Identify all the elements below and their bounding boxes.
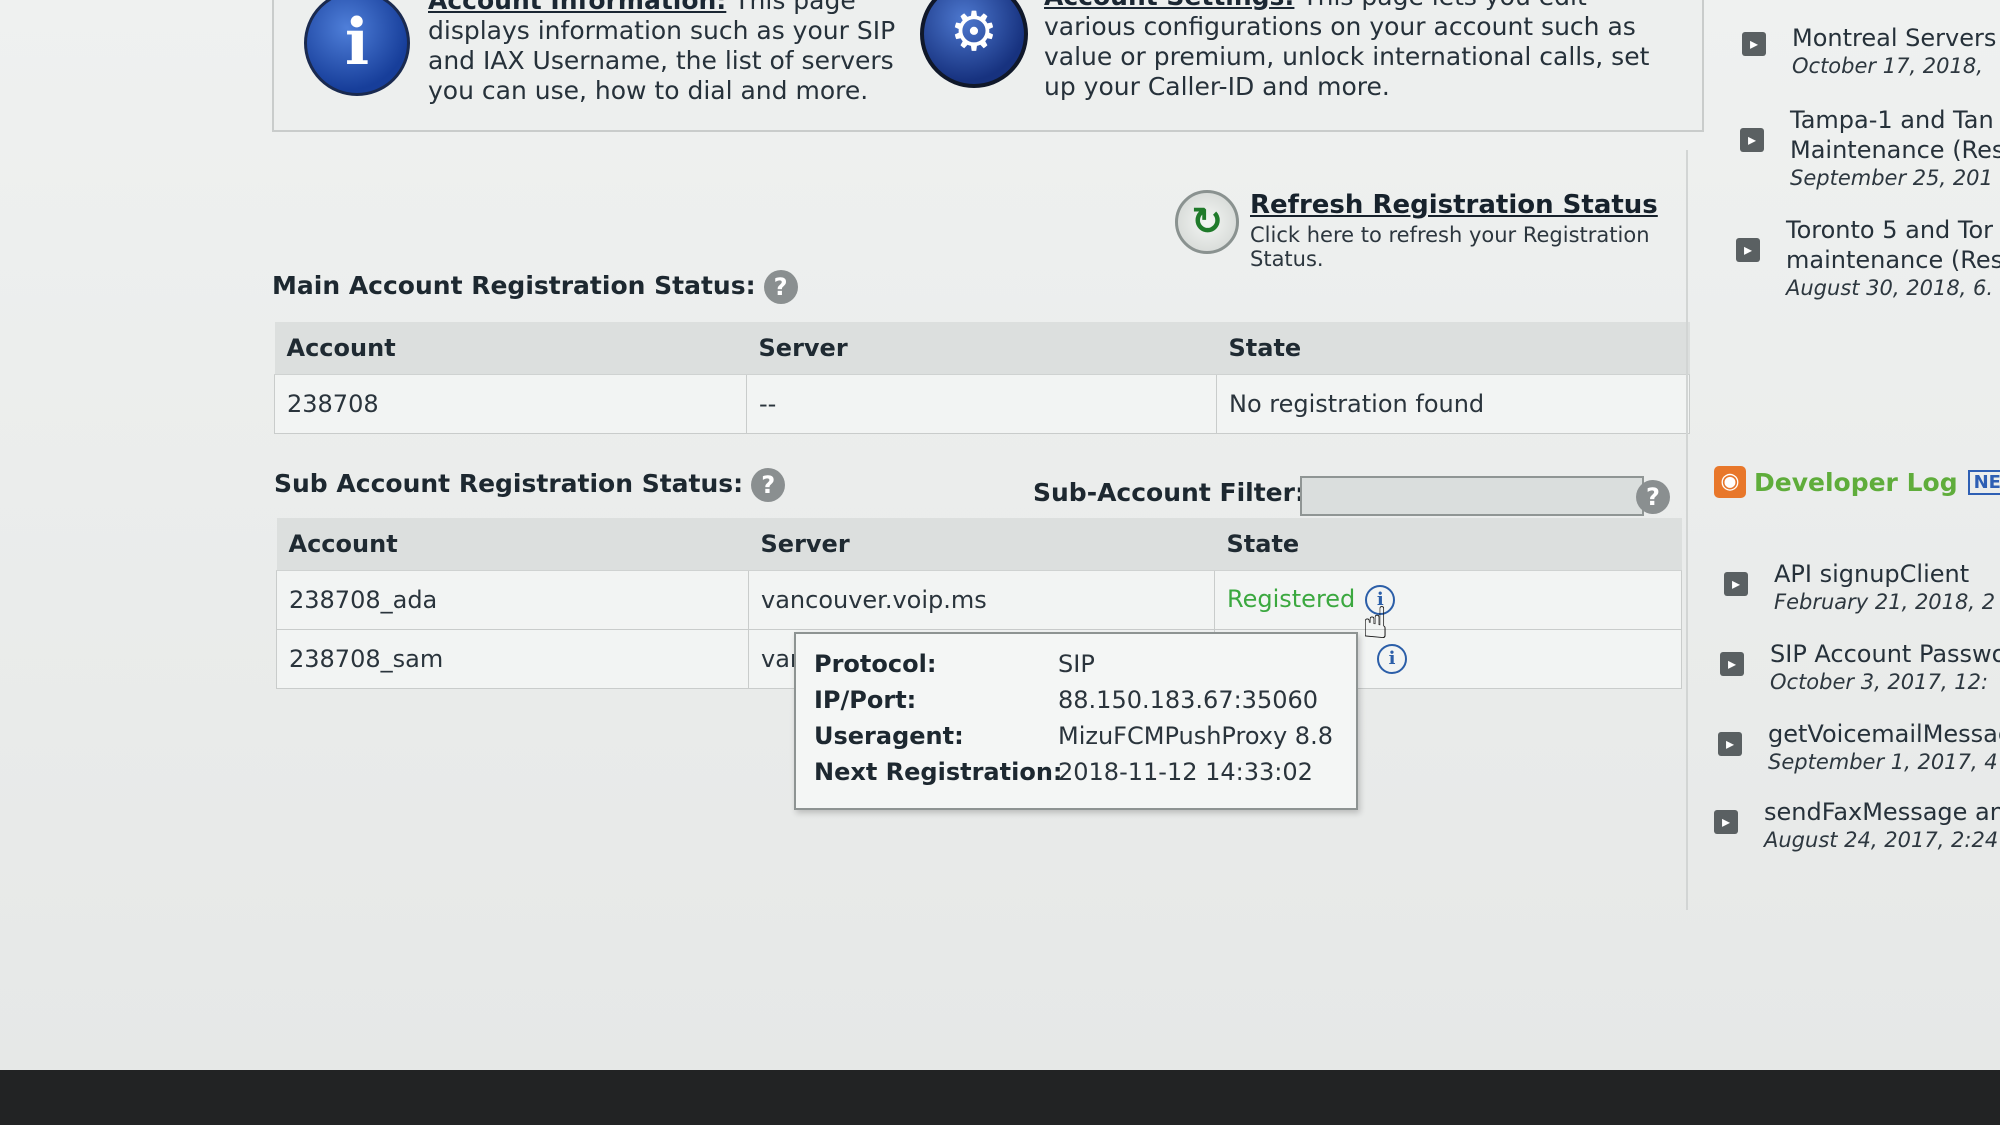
developer-log-header[interactable]: ◉ Developer Log NE bbox=[1714, 466, 2000, 498]
devlog-title[interactable]: sendFaxMessage an bbox=[1764, 798, 2000, 826]
registration-tooltip: Protocol: SIP IP/Port: 88.150.183.67:350… bbox=[794, 632, 1358, 810]
account-info-desc: This page displays information such as y… bbox=[428, 0, 896, 105]
news-date: August 30, 2018, 6. bbox=[1786, 276, 1994, 300]
arrow-right-icon: ▸ bbox=[1740, 128, 1764, 152]
main-account-table: Account Server State 238708 -- No regist… bbox=[274, 322, 1690, 434]
sub-account-title-text: Sub Account Registration Status: bbox=[274, 469, 744, 498]
refresh-icon[interactable]: ↻ bbox=[1175, 190, 1239, 254]
rss-icon[interactable]: ◉ bbox=[1714, 466, 1746, 498]
col-account: Account bbox=[276, 518, 749, 571]
info-icon[interactable]: i bbox=[304, 0, 410, 96]
tooltip-label: Next Registration: bbox=[814, 758, 1063, 786]
tooltip-value: MizuFCMPushProxy 8.8 bbox=[1058, 722, 1333, 750]
cell-account: 238708 bbox=[274, 374, 747, 434]
news-title[interactable]: Toronto 5 and Tor bbox=[1786, 216, 1993, 244]
devlog-date: September 1, 2017, 4 bbox=[1768, 750, 1998, 774]
col-server: Server bbox=[746, 322, 1217, 375]
arrow-right-icon: ▸ bbox=[1718, 732, 1742, 756]
devlog-title[interactable]: getVoicemailMessag bbox=[1768, 720, 2000, 748]
gear-icon[interactable]: ⚙ bbox=[920, 0, 1028, 88]
cell-state: Registered i bbox=[1214, 570, 1682, 630]
new-badge: NE bbox=[1967, 469, 2000, 495]
col-account: Account bbox=[274, 322, 747, 375]
news-date: September 25, 201 bbox=[1790, 166, 1993, 190]
tooltip-label: IP/Port: bbox=[814, 686, 917, 714]
table-header: Account Server State bbox=[274, 322, 1690, 375]
account-settings-desc: This page lets you edit various configur… bbox=[1044, 0, 1650, 101]
refresh-registration-link[interactable]: Refresh Registration Status bbox=[1250, 190, 1658, 220]
arrow-right-icon: ▸ bbox=[1724, 572, 1748, 596]
devlog-date: October 3, 2017, 12: bbox=[1770, 670, 1989, 694]
sidebar-divider bbox=[1686, 150, 1688, 910]
col-state: State bbox=[1214, 518, 1682, 571]
hand-cursor-icon: ☝ bbox=[1362, 598, 1389, 649]
account-settings-link[interactable]: Account Settings: bbox=[1044, 0, 1294, 11]
developer-log-label[interactable]: Developer Log bbox=[1754, 468, 1958, 497]
arrow-right-icon: ▸ bbox=[1742, 32, 1766, 56]
sub-account-filter-label: Sub-Account Filter: bbox=[1033, 478, 1305, 507]
main-account-title: Main Account Registration Status:? bbox=[272, 270, 798, 304]
account-info-text: Account Information: This page displays … bbox=[428, 0, 898, 106]
news-title-line2[interactable]: maintenance (Res bbox=[1786, 246, 2000, 274]
table-header: Account Server State bbox=[276, 518, 1682, 571]
cell-server: vancouver.voip.ms bbox=[748, 570, 1215, 630]
col-server: Server bbox=[748, 518, 1215, 571]
info-panel: i Account Information: This page display… bbox=[272, 0, 1704, 132]
devlog-title[interactable]: SIP Account Passwo bbox=[1770, 640, 2000, 668]
news-title[interactable]: Montreal Servers bbox=[1792, 24, 1996, 52]
state-registered: Registered bbox=[1227, 585, 1356, 613]
tooltip-value: 2018-11-12 14:33:02 bbox=[1058, 758, 1313, 786]
cell-account: 238708_ada bbox=[276, 570, 749, 630]
table-row: 238708_ada vancouver.voip.ms Registered i bbox=[276, 570, 1682, 630]
arrow-right-icon: ▸ bbox=[1714, 810, 1738, 834]
help-icon[interactable]: ? bbox=[751, 468, 786, 502]
news-date: October 17, 2018, bbox=[1792, 54, 1983, 78]
cell-state: No registration found bbox=[1216, 374, 1690, 434]
cell-account: 238708_sam bbox=[276, 629, 749, 689]
account-info-link[interactable]: Account Information: bbox=[428, 0, 726, 15]
page: i Account Information: This page display… bbox=[0, 0, 2000, 1075]
tooltip-value: 88.150.183.67:35060 bbox=[1058, 686, 1319, 714]
devlog-date: August 24, 2017, 2:24 bbox=[1764, 828, 1999, 852]
arrow-right-icon: ▸ bbox=[1720, 652, 1744, 676]
news-title[interactable]: Tampa-1 and Tan bbox=[1790, 106, 1994, 134]
monitor-bezel bbox=[0, 1070, 2000, 1125]
arrow-right-icon: ▸ bbox=[1736, 238, 1760, 262]
help-icon[interactable]: ? bbox=[1636, 480, 1670, 514]
devlog-title[interactable]: API signupClient bbox=[1774, 560, 1969, 588]
tooltip-value: SIP bbox=[1058, 650, 1095, 678]
sub-account-filter-input[interactable] bbox=[1300, 476, 1644, 516]
sub-account-title: Sub Account Registration Status:? bbox=[274, 468, 786, 502]
devlog-date: February 21, 2018, 2 bbox=[1774, 590, 1996, 614]
tooltip-label: Protocol: bbox=[814, 650, 937, 678]
tooltip-label: Useragent: bbox=[814, 722, 964, 750]
cell-server: -- bbox=[746, 374, 1217, 434]
help-icon[interactable]: ? bbox=[763, 270, 798, 304]
col-state: State bbox=[1216, 322, 1690, 375]
table-row: 238708 -- No registration found bbox=[274, 374, 1690, 434]
main-account-title-text: Main Account Registration Status: bbox=[272, 271, 756, 300]
news-title-line2[interactable]: Maintenance (Res bbox=[1790, 136, 2000, 164]
refresh-registration-desc: Click here to refresh your Registration … bbox=[1250, 223, 1650, 271]
account-settings-text: Account Settings: This page lets you edi… bbox=[1044, 0, 1684, 102]
